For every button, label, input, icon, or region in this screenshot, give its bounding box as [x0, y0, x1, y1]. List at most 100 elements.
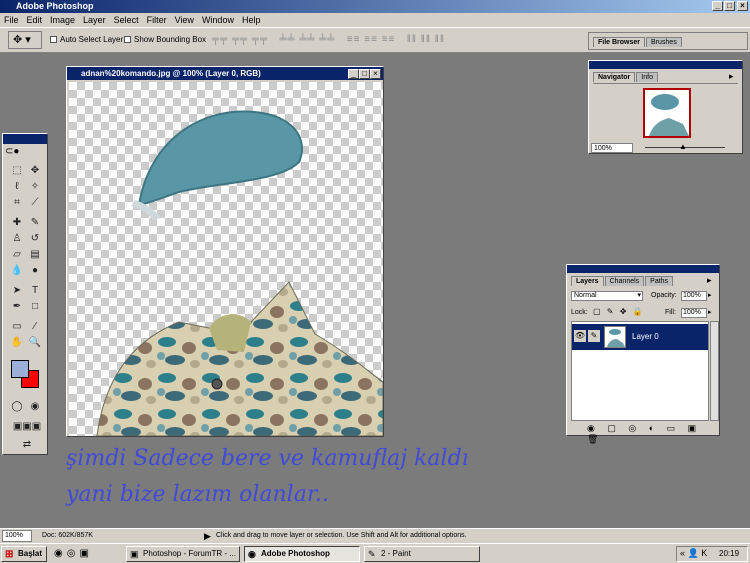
type-tool-icon[interactable]: T [27, 284, 43, 298]
doc-minimize-button[interactable]: _ [348, 69, 359, 79]
tray-clock: 20:19 [719, 549, 740, 558]
navigator-menu-icon[interactable]: ▸ [729, 71, 734, 82]
quick-launch-icons[interactable]: ◉◎▣ [54, 548, 93, 559]
menu-view[interactable]: View [171, 13, 198, 27]
menubar: File Edit Image Layer Select Filter View Window… [0, 13, 750, 27]
foreground-color-fill[interactable] [11, 360, 29, 378]
opacity-field[interactable]: 100% [681, 291, 707, 301]
navigator-thumbnail [649, 94, 689, 136]
fill-label: Fill: [665, 309, 676, 316]
tab-brushes[interactable]: Brushes [646, 37, 682, 47]
standard-mode-icon[interactable]: ◯ [9, 400, 25, 414]
eyedropper-tool-icon[interactable]: ⁄ [27, 320, 43, 334]
task-adobe-photoshop[interactable]: ◉ Adobe Photoshop [244, 546, 360, 562]
visibility-eye-icon[interactable]: 👁 [574, 330, 586, 342]
navigator-slider-thumb[interactable]: ▲ [679, 142, 687, 151]
tab-navigator[interactable]: Navigator [593, 72, 636, 82]
healing-brush-tool-icon[interactable]: ✚ [9, 216, 25, 230]
overlay-text-line-2: yani bize lazım olanlar.. [66, 482, 329, 507]
menu-layer[interactable]: Layer [79, 13, 110, 27]
align-buttons[interactable]: ╤╤ ╤╤ ╤╤ ╧╧ ╧╧ ╧╧ ≡≡ ≡≡ ≡≡ ǁǁ ǁǁ ǁǁ [212, 34, 445, 45]
pen-tool-icon[interactable]: ✒ [9, 300, 25, 314]
dodge-tool-icon[interactable]: ● [27, 264, 43, 278]
app-titlebar: Adobe Photoshop _ □ × [0, 0, 750, 13]
status-arrow-icon[interactable]: ▶ [204, 529, 211, 543]
eraser-tool-icon[interactable]: ▱ [9, 248, 25, 262]
document-window: adnan%20komando.jpg @ 100% (Layer 0, RGB… [66, 66, 384, 437]
navigator-zoom-field[interactable]: 100% [591, 143, 633, 153]
app-title: Adobe Photoshop [16, 1, 94, 11]
menu-filter[interactable]: Filter [143, 13, 171, 27]
brush-link-icon[interactable]: ✎ [588, 330, 600, 342]
close-button[interactable]: × [737, 1, 748, 11]
tab-info[interactable]: Info [636, 72, 658, 82]
screen-mode-icons[interactable]: ▣▣▣ [7, 420, 47, 434]
layers-menu-icon[interactable]: ▸ [707, 275, 712, 286]
image-canvas[interactable] [69, 82, 383, 436]
quick-mask-mode-icon[interactable]: ◉ [27, 400, 43, 414]
doc-maximize-button[interactable]: □ [359, 69, 370, 79]
layers-header [567, 265, 719, 273]
layer-row[interactable]: 👁 ✎ Layer 0 [572, 324, 708, 350]
fill-field[interactable]: 100% [681, 308, 707, 318]
minimize-button[interactable]: _ [712, 1, 723, 11]
notes-tool-icon[interactable]: ▭ [9, 320, 25, 334]
menu-edit[interactable]: Edit [23, 13, 47, 27]
brush-tool-icon[interactable]: ✎ [27, 216, 43, 230]
opacity-arrow-icon[interactable]: ▸ [708, 291, 712, 299]
move-tool-icon[interactable]: ✥ [27, 164, 43, 178]
layers-footer-buttons[interactable]: ◉ ▢ ◎ ◐ ▭ ▣ 🗑 [587, 423, 719, 445]
menu-window[interactable]: Window [198, 13, 238, 27]
blend-mode-select[interactable]: Normal ▾ [571, 291, 643, 301]
navigator-panel: Navigator Info ▸ 100% ▲ [588, 60, 743, 154]
magic-wand-tool-icon[interactable]: ✧ [27, 180, 43, 194]
navigator-view-box[interactable] [643, 88, 691, 138]
blur-tool-icon[interactable]: 💧 [9, 264, 25, 278]
lock-icons[interactable]: ▢ ✎ ✥ 🔒 [593, 307, 645, 316]
system-tray: « 👤 K 20:19 [676, 546, 748, 562]
document-titlebar: adnan%20komando.jpg @ 100% (Layer 0, RGB… [67, 67, 383, 80]
task-photoshop-forum[interactable]: ▣ Photoshop - ForumTR - ... [126, 546, 240, 562]
clone-stamp-tool-icon[interactable]: ♙ [9, 232, 25, 246]
gradient-tool-icon[interactable]: ▤ [27, 248, 43, 262]
tray-icons[interactable]: « 👤 K [680, 548, 707, 559]
slice-tool-icon[interactable]: ⟋ [27, 196, 43, 210]
layers-scrollbar[interactable] [710, 321, 719, 421]
menu-file[interactable]: File [0, 13, 23, 27]
taskbar: ⊞ Başlat ◉◎▣ ▣ Photoshop - ForumTR - ... ◉… [0, 543, 750, 563]
marquee-tool-icon[interactable]: ⬚ [9, 164, 25, 178]
opacity-label: Opacity: [651, 292, 677, 299]
lasso-tool-icon[interactable]: ℓ [9, 180, 25, 194]
tab-channels[interactable]: Channels [604, 276, 645, 286]
start-button[interactable]: ⊞ Başlat [1, 546, 47, 562]
jacket-button [211, 378, 223, 390]
zoom-tool-icon[interactable]: 🔍 [27, 336, 43, 350]
bounding-box-checkbox[interactable] [124, 36, 131, 44]
menu-image[interactable]: Image [46, 13, 79, 27]
tab-layers[interactable]: Layers [571, 276, 604, 286]
shape-tool-icon[interactable]: □ [27, 300, 43, 314]
auto-select-layer-option[interactable]: Auto Select Layer [50, 35, 123, 44]
fill-arrow-icon[interactable]: ▸ [708, 308, 712, 316]
move-tool-preset-picker[interactable]: ✥ ▾ [8, 31, 42, 49]
task-paint[interactable]: ✎ 2 - Paint [364, 546, 480, 562]
tab-file-browser[interactable]: File Browser [593, 37, 646, 47]
menu-select[interactable]: Select [110, 13, 143, 27]
paint-icon: ✎ [368, 549, 376, 559]
show-bounding-box-option[interactable]: Show Bounding Box [124, 35, 206, 44]
maximize-button[interactable]: □ [724, 1, 735, 11]
photoshop-logo-icon[interactable]: ⊂● [5, 146, 45, 158]
hand-tool-icon[interactable]: ✋ [9, 336, 25, 350]
history-brush-tool-icon[interactable]: ↺ [27, 232, 43, 246]
auto-select-checkbox[interactable] [50, 36, 57, 44]
tab-paths[interactable]: Paths [645, 276, 674, 286]
menu-help[interactable]: Help [238, 13, 265, 27]
path-selection-tool-icon[interactable]: ➤ [9, 284, 25, 298]
layer-name: Layer 0 [632, 332, 659, 341]
status-hint: Click and drag to move layer or selectio… [216, 532, 467, 539]
layers-list: 👁 ✎ Layer 0 [571, 321, 709, 421]
jump-to-imageready-icon[interactable]: ⇄ [7, 438, 47, 452]
doc-close-button[interactable]: × [370, 69, 381, 79]
status-zoom-field[interactable]: 100% [2, 530, 32, 542]
crop-tool-icon[interactable]: ⌗ [9, 196, 25, 210]
